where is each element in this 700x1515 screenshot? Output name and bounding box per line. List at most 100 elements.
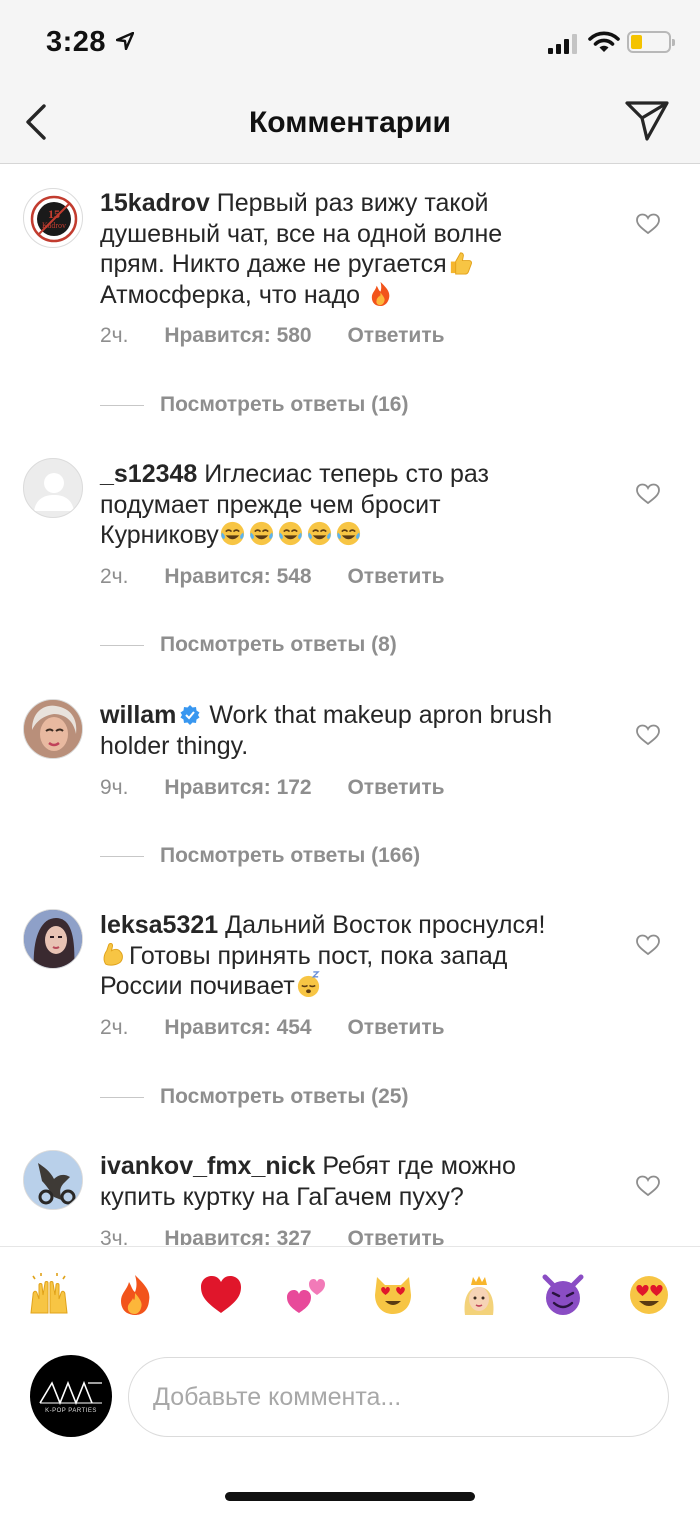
comment-likes[interactable]: Нравится: 580: [164, 324, 311, 347]
view-replies-label: Посмотреть ответы (16): [160, 393, 409, 416]
verified-badge-icon: [180, 705, 200, 725]
comments-list: 15 Kadrov 15kadrov Первый раз вижу такой…: [0, 165, 700, 1245]
tears-of-joy-emoji: [278, 521, 302, 546]
avatar[interactable]: [23, 909, 83, 969]
view-replies-label: Посмотреть ответы (166): [160, 844, 421, 867]
avatar-image: [24, 700, 82, 758]
comment-text-line: купить куртку на ГаГачем пуху?: [100, 1182, 464, 1211]
comment-text-line: душевный чат, все на одной волне: [100, 219, 503, 248]
avatar[interactable]: 15 Kadrov: [23, 188, 83, 248]
paper-plane-icon[interactable]: [624, 100, 670, 142]
comment-time: 3ч.: [100, 1227, 129, 1245]
comment-text-line: Курникову: [100, 521, 219, 549]
view-replies-link[interactable]: Посмотреть ответы (25): [100, 1085, 408, 1109]
tears-of-joy-emoji: [220, 521, 244, 546]
divider: [100, 1096, 144, 1098]
comment-text-line: Готовы принять пост, пока запад: [129, 941, 508, 970]
fire-emoji: [371, 281, 390, 306]
comment-text-line: holder thingy.: [100, 731, 249, 760]
heart-eyes-emoji[interactable]: [627, 1273, 671, 1317]
location-arrow-icon: [116, 32, 134, 50]
quick-emoji-bar: [0, 1273, 700, 1323]
comment-time: 9ч.: [100, 776, 129, 799]
comment-username[interactable]: ivankov_fmx_nick: [100, 1152, 315, 1180]
sleeping-face-emoji: [297, 971, 320, 998]
comment-time: 2ч.: [100, 565, 129, 588]
smiling-devil-emoji[interactable]: [541, 1273, 585, 1317]
comment-text-line: прям. Никто даже не ругается: [100, 250, 447, 278]
battery-icon: [627, 31, 675, 53]
comment-body: 15kadrov Первый раз вижу такой душевный …: [100, 188, 600, 310]
composer-area: K-POP PARTIES: [0, 1246, 700, 1515]
comment-meta: 2ч. Нравится: 548 Ответить: [100, 565, 445, 589]
comment-body: willam Work that makeup apron brush hold…: [100, 700, 600, 761]
divider: [100, 855, 144, 857]
like-heart-icon[interactable]: [636, 483, 660, 505]
cellular-signal-icon: [548, 34, 578, 54]
comment-username[interactable]: 15kadrov: [100, 189, 210, 217]
comment-text-line: Первый раз вижу такой: [216, 189, 489, 217]
tears-of-joy-emoji: [336, 521, 360, 546]
tears-of-joy-emoji: [307, 521, 331, 546]
reply-button[interactable]: Ответить: [347, 324, 444, 347]
two-hearts-emoji[interactable]: [285, 1273, 329, 1317]
comment-username[interactable]: willam: [100, 701, 176, 729]
comment-text-line: Work that makeup apron brush: [209, 701, 553, 729]
like-heart-icon[interactable]: [636, 213, 660, 235]
view-replies-label: Посмотреть ответы (8): [160, 633, 397, 656]
divider: [100, 644, 144, 646]
comment-meta: 2ч. Нравится: 454 Ответить: [100, 1016, 445, 1040]
thumbs-up-emoji: [450, 252, 472, 275]
reply-button[interactable]: Ответить: [347, 776, 444, 799]
avatar-image: [24, 1151, 82, 1209]
wifi-icon: [588, 31, 620, 52]
reply-button[interactable]: Ответить: [347, 1227, 444, 1245]
avatar-brand-label: K-POP PARTIES: [45, 1408, 97, 1414]
avatar[interactable]: [23, 1150, 83, 1210]
comment-username[interactable]: _s12348: [100, 460, 197, 488]
comment-likes[interactable]: Нравится: 172: [164, 776, 311, 799]
reply-button[interactable]: Ответить: [347, 1016, 444, 1039]
current-user-avatar[interactable]: K-POP PARTIES: [30, 1355, 112, 1437]
divider: [100, 404, 144, 406]
laughing-emoji-row: [219, 521, 364, 549]
comment-text-line: Ребят где можно: [322, 1152, 516, 1180]
default-avatar-icon: [34, 473, 74, 511]
status-time: 3:28: [46, 26, 107, 58]
view-replies-link[interactable]: Посмотреть ответы (166): [100, 844, 420, 868]
home-indicator[interactable]: [225, 1492, 475, 1501]
comment-likes[interactable]: Нравится: 327: [164, 1227, 311, 1245]
comment-username[interactable]: leksa5321: [100, 911, 218, 939]
red-heart-emoji[interactable]: [199, 1273, 243, 1317]
view-replies-link[interactable]: Посмотреть ответы (8): [100, 633, 397, 657]
avatar[interactable]: [23, 699, 83, 759]
reply-button[interactable]: Ответить: [347, 565, 444, 588]
like-heart-icon[interactable]: [636, 934, 660, 956]
comment-text-line: России почивает: [100, 972, 295, 1000]
view-replies-label: Посмотреть ответы (25): [160, 1085, 409, 1108]
heart-eyes-cat-emoji[interactable]: [371, 1273, 415, 1317]
fire-emoji[interactable]: [113, 1273, 157, 1317]
comment-time: 2ч.: [100, 1016, 129, 1039]
like-heart-icon[interactable]: [636, 1175, 660, 1197]
comment-meta: 3ч. Нравится: 327 Ответить: [100, 1227, 445, 1245]
comment-input[interactable]: [128, 1357, 669, 1437]
comment-meta: 9ч. Нравится: 172 Ответить: [100, 776, 445, 800]
comment-body: _s12348 Иглесиас теперь сто раз подумает…: [100, 459, 600, 551]
raising-hands-emoji[interactable]: [27, 1273, 71, 1317]
comment-time: 2ч.: [100, 324, 129, 347]
like-heart-icon[interactable]: [636, 724, 660, 746]
comment-likes[interactable]: Нравится: 548: [164, 565, 311, 588]
status-bar: 3:28: [0, 0, 700, 88]
comment-text-line: Иглесиас теперь сто раз: [204, 460, 490, 488]
comment-body: leksa5321 Дальний Восток проснулся! Гото…: [100, 910, 600, 1002]
avatar[interactable]: [23, 458, 83, 518]
kpop-logo-icon: [39, 1380, 102, 1406]
avatar-image: 15 Kadrov: [30, 195, 78, 243]
comment-meta: 2ч. Нравится: 580 Ответить: [100, 324, 445, 348]
tears-of-joy-emoji: [249, 521, 273, 546]
flexed-biceps-emoji: [103, 942, 123, 966]
princess-emoji[interactable]: [457, 1273, 501, 1317]
comment-likes[interactable]: Нравится: 454: [164, 1016, 311, 1039]
view-replies-link[interactable]: Посмотреть ответы (16): [100, 393, 408, 417]
